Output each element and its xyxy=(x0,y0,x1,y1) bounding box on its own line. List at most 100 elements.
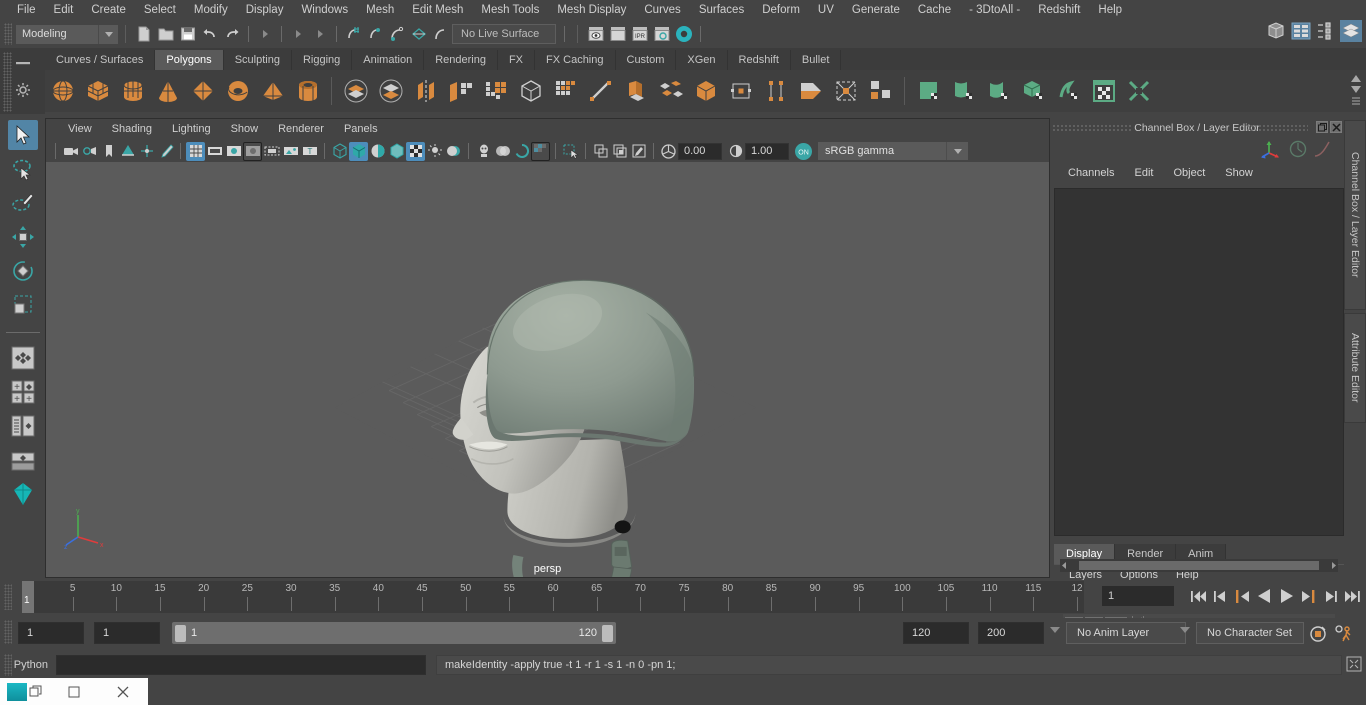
scene-render[interactable]: persp xyxy=(46,162,1049,577)
viewport-menu-shading[interactable]: Shading xyxy=(102,119,162,140)
single-perspective-view-icon[interactable] xyxy=(8,343,38,373)
menu-create[interactable]: Create xyxy=(82,0,135,20)
render-current-frame-icon[interactable] xyxy=(585,23,607,45)
camera-attributes-icon[interactable] xyxy=(80,142,99,161)
offset-edge-loop-icon[interactable] xyxy=(758,73,793,109)
xray-icon[interactable] xyxy=(591,142,610,161)
shelf-tab-bullet[interactable]: Bullet xyxy=(790,50,842,70)
textured-icon[interactable] xyxy=(406,141,425,161)
poly-cylinder-icon[interactable] xyxy=(115,73,150,109)
color-space-selector[interactable]: sRGB gamma xyxy=(818,142,968,160)
layer-editor-icon[interactable] xyxy=(1340,20,1362,42)
new-scene-icon[interactable] xyxy=(133,23,155,45)
bookmark-icon[interactable] xyxy=(99,142,118,161)
shelf-tab-sculpting[interactable]: Sculpting xyxy=(223,50,292,70)
range-end-handle[interactable] xyxy=(602,624,613,642)
boolean-icon[interactable] xyxy=(513,73,548,109)
select-by-object-icon[interactable] xyxy=(287,23,309,45)
channel-box-content[interactable] xyxy=(1054,188,1344,536)
scroll-right-arrow-icon[interactable] xyxy=(1329,561,1338,570)
scrollbar-thumb[interactable] xyxy=(1079,561,1319,570)
play-backwards-icon[interactable] xyxy=(1255,584,1274,608)
panel-gripper-left[interactable] xyxy=(1052,124,1132,132)
viewport-menu-view[interactable]: View xyxy=(58,119,102,140)
menu-modify[interactable]: Modify xyxy=(185,0,237,20)
poly-sphere-icon[interactable] xyxy=(45,73,80,109)
uv-planar-icon[interactable] xyxy=(911,73,946,109)
anim-layer-dropdown-arrow[interactable] xyxy=(1050,627,1060,633)
append-polygon-icon[interactable] xyxy=(653,73,688,109)
insert-edge-loop-icon[interactable] xyxy=(723,73,758,109)
status-line-gripper[interactable] xyxy=(4,23,12,45)
attribute-editor-icon[interactable] xyxy=(1315,20,1337,42)
select-tool[interactable] xyxy=(7,120,38,150)
shelf-tab-redshift[interactable]: Redshift xyxy=(727,50,791,70)
undock-panel-icon[interactable] xyxy=(1316,121,1328,133)
smooth-icon[interactable] xyxy=(478,73,513,109)
range-end-time-field[interactable]: 120 xyxy=(903,622,969,644)
go-to-end-icon[interactable] xyxy=(1343,584,1362,608)
ipr-render-icon[interactable]: IPR xyxy=(629,23,651,45)
gamma-icon[interactable] xyxy=(726,142,745,161)
close-window-icon[interactable] xyxy=(99,678,148,705)
shelf-tab-fx[interactable]: FX xyxy=(497,50,536,70)
channels-menu[interactable]: Channels xyxy=(1058,167,1124,179)
menu-curves[interactable]: Curves xyxy=(635,0,689,20)
poly-cone-icon[interactable] xyxy=(150,73,185,109)
smooth-shade-all-icon[interactable] xyxy=(349,141,368,161)
multisample-anti-aliasing-icon[interactable] xyxy=(512,142,531,161)
menu-mesh-display[interactable]: Mesh Display xyxy=(548,0,635,20)
character-set-dropdown-arrow[interactable] xyxy=(1180,627,1190,633)
shelf-tab-custom[interactable]: Custom xyxy=(615,50,677,70)
uv-editor-icon[interactable] xyxy=(1086,73,1121,109)
field-chart-icon[interactable] xyxy=(262,142,281,161)
range-start-handle[interactable] xyxy=(175,624,186,642)
command-line-gripper[interactable] xyxy=(4,654,12,676)
sidetab-attribute-editor[interactable]: Attribute Editor xyxy=(1344,313,1366,423)
go-to-start-icon[interactable] xyxy=(1189,584,1208,608)
snap-to-grid-icon[interactable] xyxy=(342,23,364,45)
range-start-time-field[interactable]: 1 xyxy=(94,622,160,644)
animation-start-time-field[interactable]: 1 xyxy=(18,622,84,644)
xray-joints-icon[interactable] xyxy=(610,142,629,161)
connect-components-icon[interactable] xyxy=(793,73,828,109)
lighting-icon[interactable] xyxy=(425,142,444,161)
speed-gauge-icon[interactable] xyxy=(1288,139,1308,159)
hypershade-persp-layout-icon[interactable] xyxy=(8,479,38,509)
menu-generate[interactable]: Generate xyxy=(843,0,909,20)
exposure-value[interactable]: 0.00 xyxy=(678,142,722,160)
poly-plane-icon[interactable] xyxy=(185,73,220,109)
range-slider-gripper[interactable] xyxy=(4,620,12,644)
scroll-left-arrow-icon[interactable] xyxy=(1060,561,1069,570)
rotate-tool[interactable] xyxy=(8,256,38,286)
grid-icon[interactable] xyxy=(186,141,205,161)
viewport-menu-renderer[interactable]: Renderer xyxy=(268,119,334,140)
viewport-menu-panels[interactable]: Panels xyxy=(334,119,388,140)
shelf-tab-polygons[interactable]: Polygons xyxy=(155,50,224,70)
anim-layer-selector[interactable]: No Anim Layer xyxy=(1066,622,1186,644)
step-forward-key-icon[interactable] xyxy=(1299,584,1318,608)
poly-quad-draw-icon[interactable] xyxy=(863,73,898,109)
chevron-down-icon[interactable] xyxy=(98,24,118,44)
gamma-value[interactable]: 1.00 xyxy=(745,142,789,160)
app-thumbnail-icon[interactable] xyxy=(0,678,49,705)
snap-to-curve-icon[interactable] xyxy=(364,23,386,45)
time-slider-gripper[interactable] xyxy=(4,584,12,610)
shelf-gripper[interactable] xyxy=(3,52,12,112)
render-settings-icon[interactable] xyxy=(651,23,673,45)
shaded-wireframe-2-icon[interactable] xyxy=(387,142,406,161)
exposure-icon[interactable] xyxy=(659,142,678,161)
menu-edit-mesh[interactable]: Edit Mesh xyxy=(403,0,472,20)
time-slider-track[interactable]: 1 5 10 15 20 25 30 35 40 45 50 55 60 65 70 75 80 85 90 95 1… xyxy=(22,581,1084,613)
move-tool[interactable] xyxy=(8,222,38,252)
viewport-menu-lighting[interactable]: Lighting xyxy=(162,119,221,140)
image-plane-icon[interactable] xyxy=(118,142,137,161)
viewport-menu-show[interactable]: Show xyxy=(221,119,269,140)
menu-edit[interactable]: Edit xyxy=(45,0,83,20)
step-forward-frame-icon[interactable] xyxy=(1321,584,1340,608)
color-space-value[interactable]: sRGB gamma xyxy=(818,142,946,160)
scroll-down-icon[interactable] xyxy=(1350,85,1362,94)
target-weld-icon[interactable] xyxy=(688,73,723,109)
step-back-key-icon[interactable] xyxy=(1233,584,1252,608)
render-sequence-icon[interactable] xyxy=(607,23,629,45)
